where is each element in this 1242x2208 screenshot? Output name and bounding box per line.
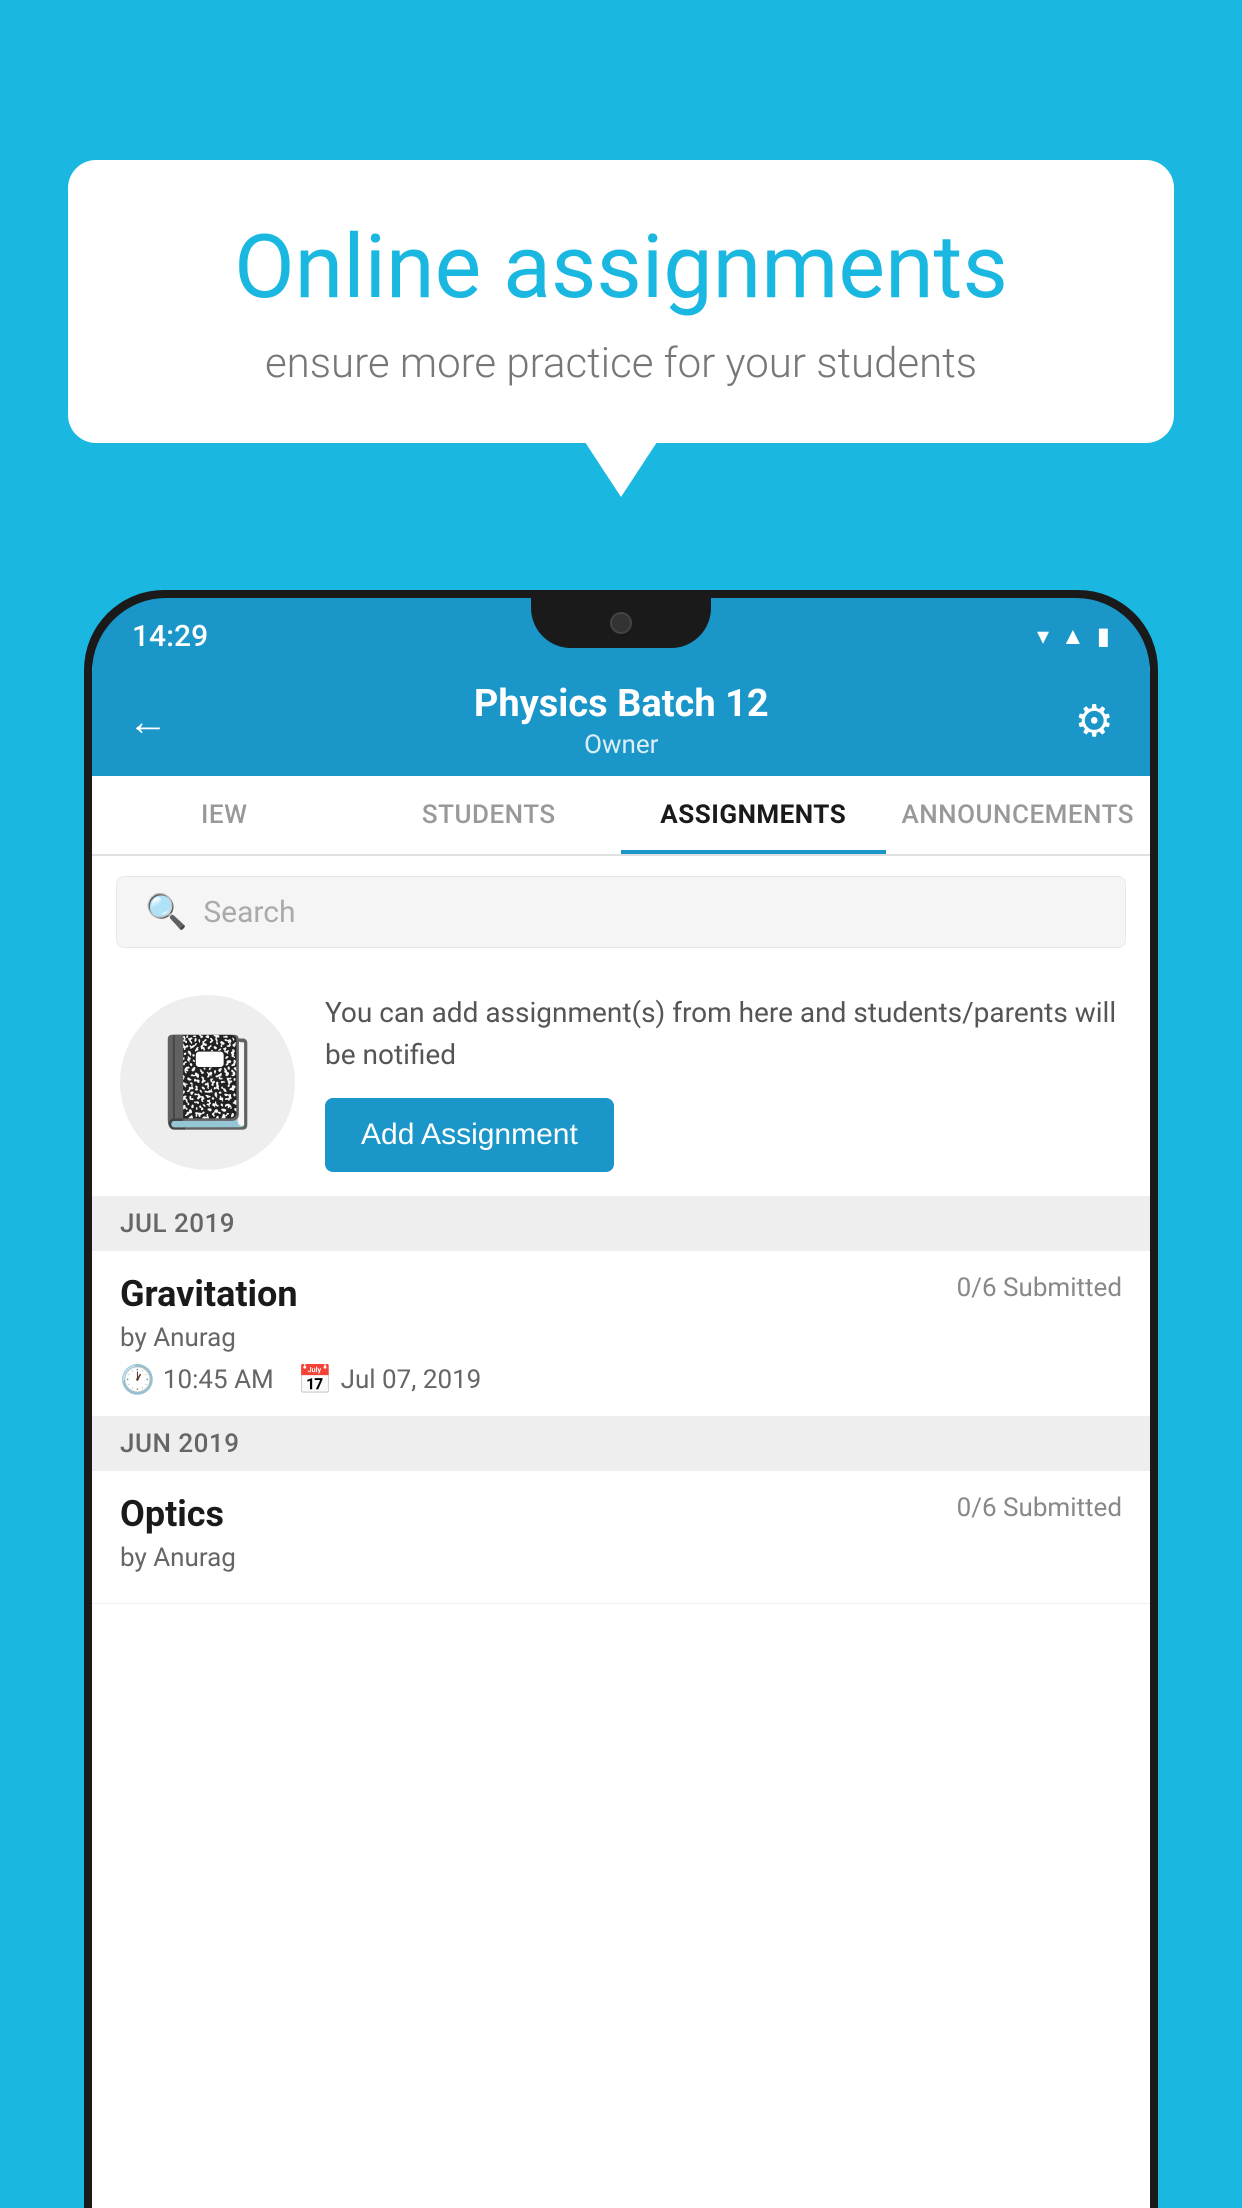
phone-inner: 14:29 ▾ ▲ ▮ ← Physics Batch 12 Owner ⚙ xyxy=(92,598,1150,2208)
assignment-time-text: 10:45 AM xyxy=(163,1365,274,1395)
signal-icon: ▲ xyxy=(1061,622,1085,651)
screen-content: ← Physics Batch 12 Owner ⚙ IEW STUDENTS … xyxy=(92,666,1150,2208)
calendar-icon: 📅 xyxy=(298,1363,333,1396)
section-header-jun: JUN 2019 xyxy=(92,1417,1150,1471)
header-title: Physics Batch 12 xyxy=(474,682,769,726)
search-bar[interactable]: 🔍 Search xyxy=(116,876,1126,948)
promo-text: You can add assignment(s) from here and … xyxy=(325,992,1122,1076)
search-icon: 🔍 xyxy=(145,892,187,932)
assignment-by: by Anurag xyxy=(120,1323,1122,1353)
header-subtitle: Owner xyxy=(474,730,769,760)
clock-icon: 🕐 xyxy=(120,1363,155,1396)
tab-iew[interactable]: IEW xyxy=(92,776,357,854)
assignment-date: 📅 Jul 07, 2019 xyxy=(298,1363,482,1396)
optics-by: by Anurag xyxy=(120,1543,1122,1573)
assignment-status: 0/6 Submitted xyxy=(957,1273,1122,1303)
tab-students[interactable]: STUDENTS xyxy=(357,776,622,854)
assignment-top: Gravitation 0/6 Submitted xyxy=(120,1273,1122,1315)
assignment-date-text: Jul 07, 2019 xyxy=(341,1365,482,1395)
status-icons: ▾ ▲ ▮ xyxy=(1037,622,1110,651)
assignment-title: Gravitation xyxy=(120,1273,298,1315)
settings-icon[interactable]: ⚙ xyxy=(1075,695,1114,747)
status-time: 14:29 xyxy=(132,619,208,654)
phone-notch xyxy=(531,598,711,648)
optics-title: Optics xyxy=(120,1493,224,1535)
app-content: 🔍 Search 📓 You can add assignment(s) fro… xyxy=(92,856,1150,1604)
tabs-bar: IEW STUDENTS ASSIGNMENTS ANNOUNCEMENTS xyxy=(92,776,1150,856)
assignment-meta: 🕐 10:45 AM 📅 Jul 07, 2019 xyxy=(120,1363,1122,1396)
section-header-jul: JUL 2019 xyxy=(92,1197,1150,1251)
search-placeholder: Search xyxy=(203,895,295,930)
tab-announcements[interactable]: ANNOUNCEMENTS xyxy=(886,776,1151,854)
back-button[interactable]: ← xyxy=(128,698,168,745)
phone-frame: 14:29 ▾ ▲ ▮ ← Physics Batch 12 Owner ⚙ xyxy=(84,590,1158,2208)
optics-status: 0/6 Submitted xyxy=(957,1493,1122,1523)
notebook-icon: 📓 xyxy=(151,1030,263,1135)
app-header: ← Physics Batch 12 Owner ⚙ xyxy=(92,666,1150,776)
camera-dot xyxy=(610,612,632,634)
promo-icon-circle: 📓 xyxy=(120,995,295,1170)
assignment-item-gravitation[interactable]: Gravitation 0/6 Submitted by Anurag 🕐 10… xyxy=(92,1251,1150,1417)
bubble-title: Online assignments xyxy=(138,220,1104,317)
tab-assignments[interactable]: ASSIGNMENTS xyxy=(621,776,886,854)
header-title-block: Physics Batch 12 Owner xyxy=(474,682,769,760)
optics-top: Optics 0/6 Submitted xyxy=(120,1493,1122,1535)
promo-right: You can add assignment(s) from here and … xyxy=(325,992,1122,1172)
speech-bubble-container: Online assignments ensure more practice … xyxy=(68,160,1174,443)
wifi-icon: ▾ xyxy=(1037,622,1049,650)
assignment-item-optics[interactable]: Optics 0/6 Submitted by Anurag xyxy=(92,1471,1150,1604)
battery-icon: ▮ xyxy=(1097,622,1110,650)
bubble-subtitle: ensure more practice for your students xyxy=(138,339,1104,388)
assignment-time: 🕐 10:45 AM xyxy=(120,1363,274,1396)
promo-section: 📓 You can add assignment(s) from here an… xyxy=(92,968,1150,1197)
add-assignment-button[interactable]: Add Assignment xyxy=(325,1098,614,1172)
speech-bubble: Online assignments ensure more practice … xyxy=(68,160,1174,443)
